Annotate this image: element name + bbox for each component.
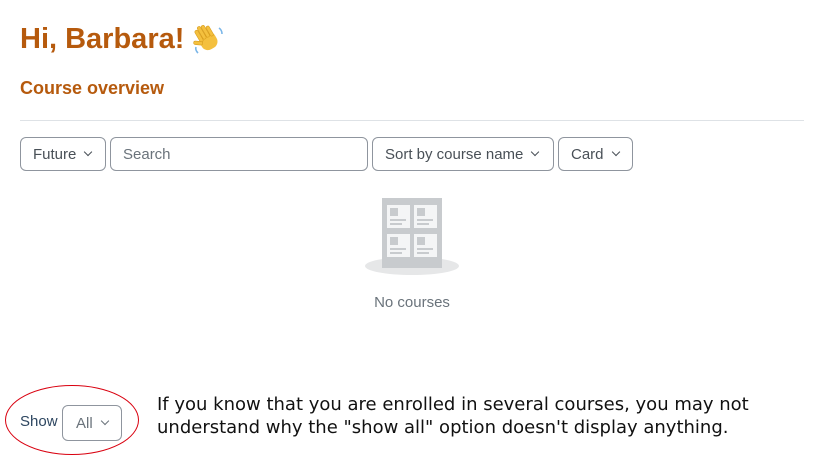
annotation-note: If you know that you are enrolled in sev… bbox=[157, 394, 749, 438]
chevron-down-icon bbox=[100, 416, 109, 426]
search-input[interactable]: Search bbox=[110, 137, 368, 171]
chevron-down-icon bbox=[84, 147, 93, 157]
show-value: All bbox=[76, 414, 93, 432]
search-placeholder: Search bbox=[123, 145, 171, 163]
sort-label: Sort by course name bbox=[385, 145, 524, 163]
sort-dropdown[interactable]: Sort by course name bbox=[372, 137, 554, 171]
chevron-down-icon bbox=[611, 147, 620, 157]
chevron-down-icon bbox=[531, 147, 540, 157]
greeting-text: Hi, Barbara! bbox=[20, 22, 185, 55]
page-greeting: Hi, Barbara! bbox=[20, 22, 226, 56]
waving-hand-icon bbox=[192, 22, 226, 56]
courses-empty-icon bbox=[364, 196, 460, 276]
grouping-label: Future bbox=[33, 145, 77, 163]
view-dropdown[interactable]: Card bbox=[558, 137, 633, 171]
empty-state-text: No courses bbox=[374, 294, 450, 311]
divider bbox=[20, 120, 804, 121]
section-title: Course overview bbox=[20, 78, 165, 98]
view-label: Card bbox=[571, 145, 604, 163]
show-label: Show bbox=[20, 413, 58, 430]
show-all-dropdown[interactable]: All bbox=[62, 405, 122, 441]
grouping-dropdown[interactable]: Future bbox=[20, 137, 106, 171]
